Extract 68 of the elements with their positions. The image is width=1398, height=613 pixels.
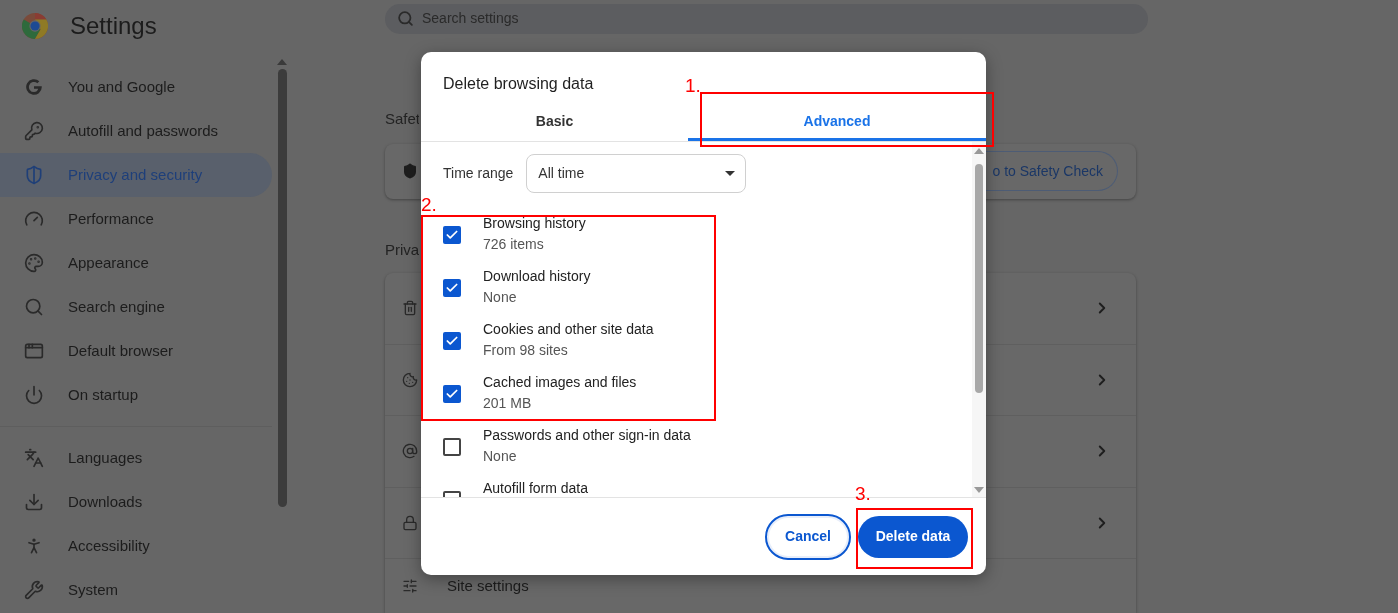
dialog-title: Delete browsing data	[443, 74, 594, 94]
item-detail: 726 items	[483, 235, 545, 254]
time-range-dropdown[interactable]: All time	[526, 154, 747, 193]
sidebar-item[interactable]: Performance	[0, 197, 272, 241]
item-detail: None	[483, 288, 518, 307]
sidebar-item[interactable]: Languages	[0, 436, 272, 480]
shield-icon	[402, 162, 418, 181]
item-label: Autofill form data	[483, 479, 589, 497]
trash-icon	[402, 299, 418, 318]
item-label: Download history	[483, 267, 591, 286]
caret-icon	[725, 171, 736, 176]
delete-data-button[interactable]: Delete data	[858, 515, 968, 558]
download-icon	[24, 492, 44, 512]
shield-icon	[24, 165, 44, 185]
sidebar-item[interactable]: Search engine	[0, 285, 272, 329]
sidebar-item[interactable]: Autofill and passwords	[0, 109, 272, 153]
sidebar-item[interactable]: Default browser	[0, 329, 272, 373]
g-logo-icon	[24, 77, 44, 97]
checkbox[interactable]	[443, 332, 461, 350]
checkbox[interactable]	[443, 438, 461, 456]
tab[interactable]: Advanced	[688, 104, 986, 141]
page-title: Settings	[70, 11, 157, 41]
check-icon	[445, 334, 459, 348]
check-icon	[445, 281, 459, 295]
checkbox[interactable]	[443, 279, 461, 297]
translate-icon	[24, 448, 44, 468]
checkbox[interactable]	[443, 385, 461, 403]
sliders-icon	[402, 578, 418, 594]
search-icon	[397, 10, 414, 28]
cancel-button[interactable]: Cancel	[765, 513, 851, 560]
check-icon	[445, 387, 459, 401]
sidebar-item[interactable]: Privacy and security	[0, 153, 272, 197]
palette-icon	[24, 253, 44, 273]
browser-logo-icon	[22, 13, 48, 39]
check-icon	[445, 228, 459, 242]
annotation-number: 2.	[421, 193, 437, 217]
wrench-icon	[24, 580, 44, 600]
item-detail: From 98 sites	[483, 341, 569, 360]
scrollbar[interactable]	[972, 142, 986, 497]
cookie-icon	[402, 370, 418, 389]
section-heading: Safet	[385, 108, 419, 126]
item-detail: None	[483, 447, 518, 466]
item-detail: 201 MB	[483, 394, 533, 413]
sidebar-item[interactable]: On startup	[0, 373, 272, 417]
gauge-icon	[24, 209, 44, 229]
scrollbar[interactable]	[277, 59, 287, 507]
row-label[interactable]: Site settings	[447, 574, 529, 598]
item-label: Passwords and other sign-in data	[483, 426, 691, 445]
search-icon	[24, 297, 44, 317]
lock-icon	[402, 513, 418, 532]
field-label: Time range	[443, 164, 514, 183]
sidebar-item[interactable]: Appearance	[0, 241, 272, 285]
key-icon	[24, 121, 44, 141]
sidebar-item[interactable]: System	[0, 568, 272, 612]
item-label: Cached images and files	[483, 373, 637, 392]
sidebar-item[interactable]: You and Google	[0, 65, 272, 109]
tab[interactable]: Basic	[421, 104, 688, 141]
section-heading: Priva	[385, 239, 419, 256]
item-label: Cookies and other site data	[483, 320, 654, 339]
item-label: Browsing history	[483, 214, 586, 233]
annotation-number: 1.	[685, 74, 701, 98]
at-sign-icon	[402, 442, 418, 461]
sidebar-item[interactable]: Accessibility	[0, 524, 272, 568]
window-icon	[24, 341, 44, 361]
power-icon	[24, 385, 44, 405]
checkbox[interactable]	[443, 226, 461, 244]
sidebar-item[interactable]: Downloads	[0, 480, 272, 524]
annotation-number: 3.	[855, 482, 871, 506]
